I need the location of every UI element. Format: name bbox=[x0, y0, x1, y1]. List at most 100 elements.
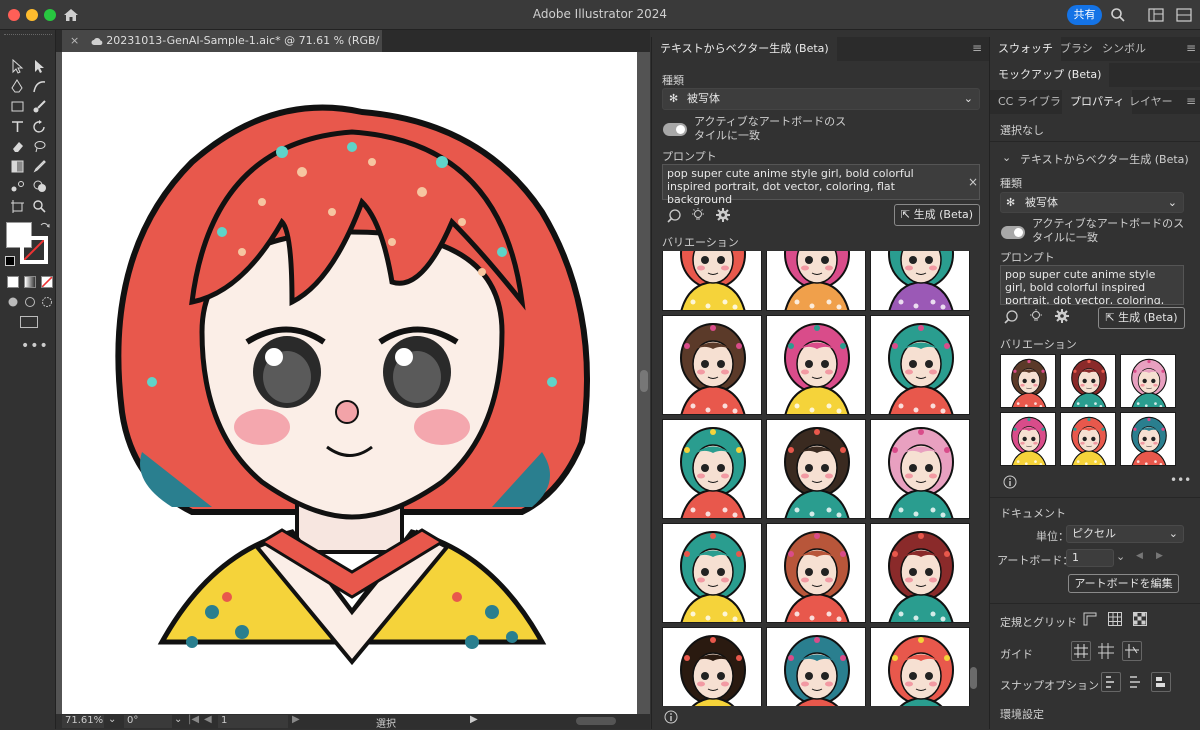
type-dropdown[interactable]: ✻ 被写体 ⌄ bbox=[662, 88, 980, 110]
rp-lightbulb-icon[interactable] bbox=[1028, 308, 1044, 327]
zoom-dropdown-icon[interactable]: ⌄ bbox=[108, 714, 116, 725]
rp-variation-thumbnail[interactable] bbox=[1000, 412, 1056, 466]
prev-artboard-arrow-icon[interactable]: ◀ bbox=[1136, 551, 1143, 561]
more-icon[interactable]: ••• bbox=[1170, 473, 1191, 487]
info-icon[interactable] bbox=[664, 710, 678, 727]
artboard-chevron-icon[interactable]: ⌄ bbox=[1116, 550, 1125, 563]
rp-variation-thumbnail[interactable] bbox=[1120, 412, 1176, 466]
rp-type-dropdown[interactable]: ✻ 被写体 ⌄ bbox=[1000, 192, 1184, 213]
tab-symbols[interactable]: シンボル bbox=[1094, 37, 1154, 61]
lightbulb-icon[interactable] bbox=[690, 207, 706, 226]
section-collapse-icon[interactable]: ⌄ bbox=[1002, 151, 1011, 164]
variation-thumbnail[interactable] bbox=[766, 419, 866, 519]
gear-icon[interactable] bbox=[715, 207, 731, 226]
rp-variation-thumbnail[interactable] bbox=[1060, 354, 1116, 408]
snap-to-point-icon[interactable] bbox=[1101, 672, 1121, 692]
artboard-field[interactable]: 1 bbox=[1066, 549, 1114, 567]
tab-text-to-vector[interactable]: テキストからベクター生成 (Beta) bbox=[652, 37, 837, 61]
direct-selection-tool-icon[interactable] bbox=[28, 56, 50, 76]
prev-artboard-icon[interactable]: ◀ bbox=[204, 714, 212, 725]
gradient-mode-button[interactable] bbox=[24, 276, 36, 288]
panel-menu-icon[interactable]: ≡ bbox=[972, 41, 982, 55]
gradient-tool-icon[interactable] bbox=[6, 156, 28, 176]
variation-thumbnail[interactable] bbox=[662, 419, 762, 519]
draw-behind-icon[interactable] bbox=[24, 296, 36, 311]
snap-to-pixel-icon[interactable] bbox=[1128, 674, 1144, 693]
toolbar-grip[interactable] bbox=[4, 34, 52, 38]
horizontal-scrollbar[interactable] bbox=[576, 717, 616, 725]
artboard-nav-field[interactable]: 1 bbox=[218, 715, 288, 728]
arrange-icon[interactable] bbox=[1176, 8, 1192, 25]
rotation-field[interactable]: 0° bbox=[124, 715, 172, 728]
shape-builder-tool-icon[interactable] bbox=[28, 176, 50, 196]
rp-prompt-textarea[interactable]: pop super cute anime style girl, bold co… bbox=[1000, 265, 1184, 305]
zoom-field[interactable]: 71.61% bbox=[62, 715, 104, 728]
artboard-tool-icon[interactable] bbox=[6, 196, 28, 216]
draw-inside-icon[interactable] bbox=[41, 296, 53, 311]
close-tab-icon[interactable]: × bbox=[70, 34, 79, 47]
variation-thumbnail[interactable] bbox=[870, 627, 970, 706]
properties-menu-icon[interactable]: ≡ bbox=[1186, 94, 1196, 108]
rp-variation-thumbnail[interactable] bbox=[1000, 354, 1056, 408]
rp-variation-thumbnail[interactable] bbox=[1120, 354, 1176, 408]
document-tab[interactable]: × 20231013-GenAI-Sample-1.aic* @ 71.61 %… bbox=[62, 30, 382, 69]
variation-thumbnail[interactable] bbox=[662, 523, 762, 623]
rp-generate-button[interactable]: ⇱ 生成 (Beta) bbox=[1098, 307, 1185, 329]
stroke-swatch[interactable] bbox=[20, 236, 48, 264]
draw-normal-icon[interactable] bbox=[7, 296, 19, 311]
ruler-icon[interactable] bbox=[1082, 611, 1098, 630]
clear-prompt-icon[interactable]: × bbox=[968, 175, 978, 189]
snap-to-glyph-icon[interactable] bbox=[1151, 672, 1171, 692]
tab-mockup[interactable]: モックアップ (Beta) bbox=[990, 63, 1110, 87]
variation-thumbnail[interactable] bbox=[870, 315, 970, 415]
swatches-menu-icon[interactable]: ≡ bbox=[1186, 41, 1196, 55]
first-artboard-icon[interactable]: |◀ bbox=[188, 714, 199, 725]
search-icon[interactable] bbox=[1110, 7, 1126, 26]
variation-thumbnail[interactable] bbox=[662, 627, 762, 706]
match-style-toggle[interactable] bbox=[663, 123, 687, 136]
transparency-grid-icon[interactable] bbox=[1132, 611, 1148, 630]
rotate-tool-icon[interactable] bbox=[28, 116, 50, 136]
rp-sample-style-icon[interactable] bbox=[1003, 309, 1019, 328]
rectangle-tool-icon[interactable] bbox=[6, 96, 28, 116]
next-artboard-icon[interactable]: ▶ bbox=[292, 714, 300, 725]
lasso-tool-icon[interactable] bbox=[28, 136, 50, 156]
variation-thumbnail[interactable] bbox=[766, 251, 866, 311]
selection-tool-icon[interactable] bbox=[6, 56, 28, 76]
swap-fill-stroke-icon[interactable] bbox=[40, 222, 50, 235]
share-button[interactable]: 共有 bbox=[1067, 5, 1102, 25]
lock-guides-icon[interactable] bbox=[1098, 643, 1114, 662]
variation-thumbnail[interactable] bbox=[870, 419, 970, 519]
default-fill-stroke-icon[interactable] bbox=[5, 256, 15, 266]
type-tool-icon[interactable] bbox=[6, 116, 28, 136]
variation-thumbnail[interactable] bbox=[662, 251, 762, 311]
none-mode-button[interactable] bbox=[41, 276, 53, 288]
smart-guides-icon[interactable] bbox=[1122, 641, 1142, 661]
tab-layers[interactable]: レイヤー bbox=[1121, 90, 1181, 114]
show-guides-icon[interactable] bbox=[1071, 641, 1091, 661]
blend-tool-icon[interactable] bbox=[6, 176, 28, 196]
generate-button[interactable]: ⇱ 生成 (Beta) bbox=[894, 204, 980, 226]
eyedropper-tool-icon[interactable] bbox=[28, 156, 50, 176]
zoom-tool-icon[interactable] bbox=[28, 196, 50, 216]
workspace-icon[interactable] bbox=[1148, 8, 1164, 25]
next-artboard-arrow-icon[interactable]: ▶ bbox=[1156, 551, 1163, 561]
edit-artboard-button[interactable]: アートボードを編集 bbox=[1068, 574, 1179, 593]
units-dropdown[interactable]: ピクセル ⌄ bbox=[1066, 525, 1184, 543]
variation-thumbnail[interactable] bbox=[870, 251, 970, 311]
rp-info-icon[interactable] bbox=[1003, 475, 1017, 492]
variation-thumbnail[interactable] bbox=[766, 627, 866, 706]
screen-mode-icon[interactable] bbox=[20, 316, 38, 328]
canvas-scrollbar[interactable] bbox=[640, 370, 648, 392]
paintbrush-tool-icon[interactable] bbox=[28, 96, 50, 116]
rp-variation-thumbnail[interactable] bbox=[1060, 412, 1116, 466]
grid-icon[interactable] bbox=[1107, 611, 1123, 630]
pen-tool-icon[interactable] bbox=[6, 76, 28, 96]
eraser-tool-icon[interactable] bbox=[6, 136, 28, 156]
rotation-dropdown-icon[interactable]: ⌄ bbox=[174, 714, 182, 725]
status-menu-icon[interactable]: ▶ bbox=[470, 714, 478, 725]
artboard[interactable] bbox=[62, 52, 637, 714]
color-mode-button[interactable] bbox=[7, 276, 19, 288]
prompt-textarea[interactable]: pop super cute anime style girl, bold co… bbox=[662, 164, 980, 206]
variation-thumbnail[interactable] bbox=[870, 523, 970, 623]
